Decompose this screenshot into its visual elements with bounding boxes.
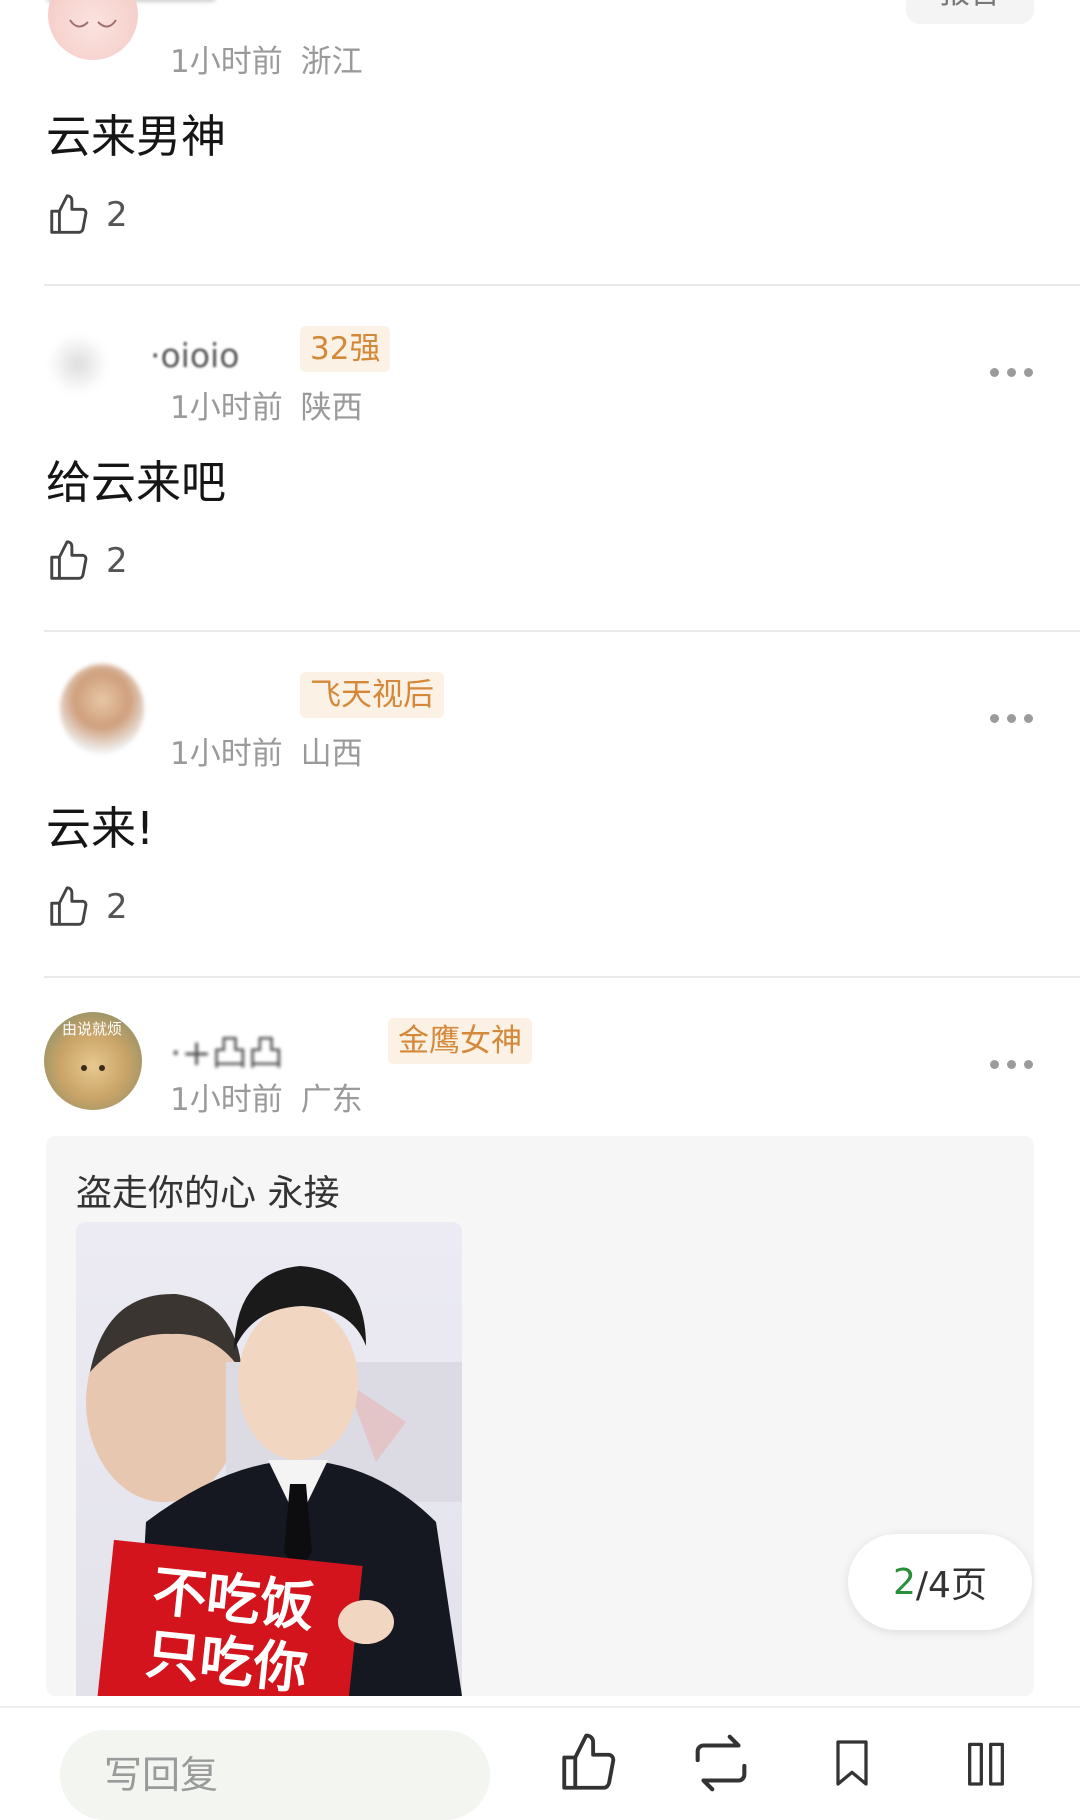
comment-location: 浙江: [300, 44, 363, 80]
reply-input[interactable]: [60, 1730, 490, 1820]
comment-meta: 1小时前 陕西: [170, 382, 363, 427]
user-badge[interactable]: 金鹰女神: [388, 1018, 532, 1064]
bottom-action-bar: [0, 1706, 1080, 1820]
avatar-sketch-icon: [69, 19, 117, 28]
comment-content: 给云来吧: [46, 456, 227, 509]
avatar[interactable]: [48, 334, 108, 394]
menu-button[interactable]: [958, 1728, 1014, 1798]
avatar[interactable]: [60, 664, 144, 754]
comment-username[interactable]: ·+凸凸: [170, 1024, 284, 1076]
comment-meta: 1小时前 广东: [170, 1074, 363, 1119]
like-button[interactable]: 2: [46, 536, 128, 586]
quoted-text: 盗走你的心 永接: [76, 1173, 340, 1214]
repost-button[interactable]: [686, 1728, 756, 1798]
divider: [44, 284, 1080, 286]
user-badge[interactable]: 飞天视后: [300, 672, 444, 718]
top-report-button-label: 报告: [940, 0, 1000, 11]
more-dots-icon[interactable]: [988, 1056, 1036, 1072]
user-badge[interactable]: 32强: [300, 326, 391, 372]
photo-illustration: 不吃饭 只吃你: [86, 1266, 462, 1696]
comment-location: 山西: [300, 736, 363, 772]
thumbs-up-icon: [50, 194, 88, 234]
bear-face-icon: [81, 1065, 105, 1071]
comment-time: 1小时前: [170, 390, 283, 426]
comment-username[interactable]: ·oioio: [150, 336, 239, 375]
comment-time: 1小时前: [170, 736, 283, 772]
like-post-button[interactable]: [556, 1728, 622, 1798]
more-dots-icon[interactable]: [988, 364, 1036, 380]
comment-content: 云来!: [46, 802, 155, 855]
page-total: /4页: [915, 1565, 987, 1606]
comment-time: 1小时前: [170, 1082, 283, 1118]
more-dots-icon[interactable]: [988, 710, 1036, 726]
columns-icon: [968, 1742, 1004, 1786]
comment-time: 1小时前: [170, 44, 283, 80]
comment-username-text: ·+凸凸: [170, 1033, 284, 1074]
like-button[interactable]: 2: [46, 882, 128, 932]
page-indicator[interactable]: 2/4页: [848, 1534, 1032, 1630]
top-report-button[interactable]: 报告: [906, 0, 1034, 24]
comment-meta: 1小时前 山西: [170, 728, 363, 773]
page-current: 2: [893, 1561, 916, 1603]
repost-icon: [695, 1734, 747, 1792]
comment-content: 云来男神: [46, 110, 227, 163]
thumbs-up-icon: [50, 886, 88, 926]
comment-username-text: ·oioio: [150, 336, 240, 375]
divider: [44, 976, 1080, 978]
comment-meta: 1小时前 浙江: [170, 36, 363, 81]
like-count: 2: [106, 195, 128, 235]
comment-location: 广东: [300, 1082, 363, 1118]
like-count: 2: [106, 887, 128, 927]
thumbs-up-icon: [50, 540, 88, 580]
quoted-image[interactable]: 不吃饭 只吃你: [76, 1222, 462, 1696]
avatar[interactable]: 由说就烦: [44, 1012, 142, 1110]
thumbs-up-icon: [562, 1733, 616, 1790]
bookmark-icon: [836, 1740, 868, 1786]
divider: [44, 630, 1080, 632]
bookmark-button[interactable]: [824, 1730, 880, 1796]
like-count: 2: [106, 541, 128, 581]
avatar[interactable]: [48, 0, 138, 60]
like-button[interactable]: 2: [46, 190, 128, 240]
comment-location: 陕西: [300, 390, 363, 426]
